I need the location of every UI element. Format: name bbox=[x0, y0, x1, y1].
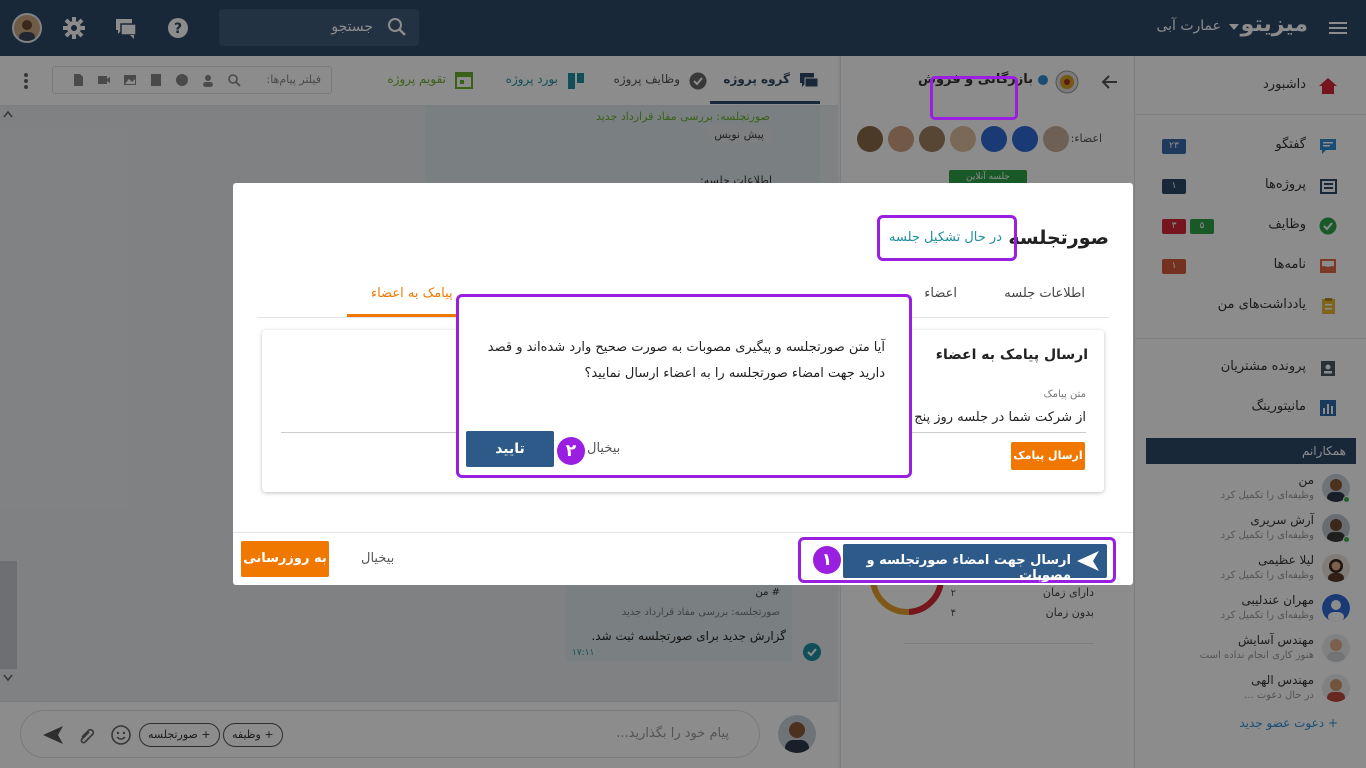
confirm-cancel-button[interactable]: بیخیال bbox=[587, 441, 620, 456]
send-sms-button[interactable]: ارسال پیامک bbox=[1011, 442, 1085, 470]
modal-title: صورتجلسه bbox=[1008, 227, 1109, 249]
cancel-button[interactable]: بیخیال bbox=[361, 551, 394, 566]
tab-meeting-info[interactable]: اطلاعات جلسه bbox=[1004, 286, 1085, 301]
step-badge-2: ۲ bbox=[557, 437, 585, 465]
sms-card-title: ارسال پیامک به اعضاء bbox=[935, 347, 1088, 363]
step-badge-1: ۱ bbox=[813, 546, 841, 574]
confirm-dialog: آیا متن صورتجلسه و پیگیری مصوبات به صورت… bbox=[456, 294, 912, 478]
confirm-message: آیا متن صورتجلسه و پیگیری مصوبات به صورت… bbox=[487, 340, 885, 381]
update-button[interactable]: به روزرسانی bbox=[241, 541, 329, 577]
tab-members[interactable]: اعضاء bbox=[924, 286, 957, 301]
button-label: ارسال جهت امضاء صورتجلسه و مصوبات bbox=[866, 553, 1072, 583]
sms-text-label: متن پیامک bbox=[1043, 389, 1086, 400]
tab-sms-members[interactable]: پیامک به اعضاء bbox=[371, 286, 453, 301]
sms-text-input[interactable]: از شرکت شما در جلسه روز پنج bbox=[914, 410, 1086, 425]
highlight-frame bbox=[930, 76, 1018, 120]
status-highlight-frame: در حال تشکیل جلسه bbox=[877, 215, 1017, 261]
confirm-button[interactable]: تایید bbox=[466, 431, 554, 467]
step1-highlight-frame: ارسال جهت امضاء صورتجلسه و مصوبات ۱ bbox=[798, 537, 1116, 583]
meeting-status: در حال تشکیل جلسه bbox=[889, 230, 1002, 245]
send-icon bbox=[1075, 549, 1101, 573]
send-for-signature-button[interactable]: ارسال جهت امضاء صورتجلسه و مصوبات bbox=[843, 544, 1107, 583]
divider bbox=[233, 532, 1133, 533]
